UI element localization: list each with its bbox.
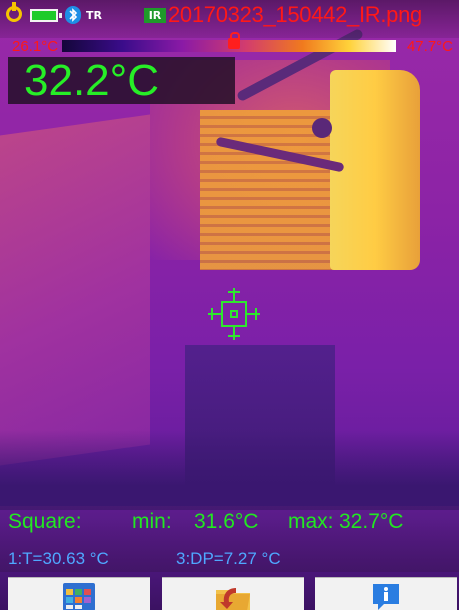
bluetooth-icon bbox=[65, 6, 81, 24]
gallery-grid-icon bbox=[63, 583, 95, 610]
fan-hub bbox=[312, 118, 332, 138]
max-label: max: bbox=[288, 510, 334, 533]
crosshair-icon bbox=[208, 288, 260, 340]
folder-button[interactable] bbox=[162, 577, 304, 610]
status-bar: TR IR 20170323_150442_IR.png bbox=[0, 0, 459, 38]
power-icon bbox=[6, 2, 22, 22]
scale-max-temp: 47.7°C bbox=[406, 38, 453, 55]
max-value: 32.7°C bbox=[339, 510, 404, 533]
min-label: min: bbox=[132, 510, 172, 533]
hot-window bbox=[330, 70, 420, 270]
min-value: 31.6°C bbox=[194, 510, 259, 533]
ir-image-icon: IR bbox=[144, 8, 166, 23]
info-icon bbox=[373, 584, 399, 610]
folder-return-icon bbox=[216, 588, 250, 610]
gallery-button[interactable] bbox=[8, 577, 150, 610]
tr-icon: TR bbox=[86, 9, 102, 22]
lock-icon[interactable] bbox=[228, 32, 240, 49]
filename-label: 20170323_150442_IR.png bbox=[168, 2, 422, 27]
thermal-camera-screen: TR IR 20170323_150442_IR.png 26.1°C 47.7… bbox=[0, 0, 459, 610]
info-button[interactable] bbox=[315, 577, 457, 610]
cabinet-shape bbox=[0, 114, 150, 466]
scale-min-temp: 26.1°C bbox=[12, 38, 59, 55]
square-label: Square: bbox=[8, 510, 82, 533]
center-temperature: 32.2°C bbox=[24, 56, 160, 105]
battery-icon bbox=[30, 9, 62, 22]
point-1-readout: 1:T=30.63 °C bbox=[8, 549, 109, 568]
floor-shadow bbox=[0, 430, 459, 510]
point-3-readout: 3:DP=7.27 °C bbox=[176, 549, 281, 568]
